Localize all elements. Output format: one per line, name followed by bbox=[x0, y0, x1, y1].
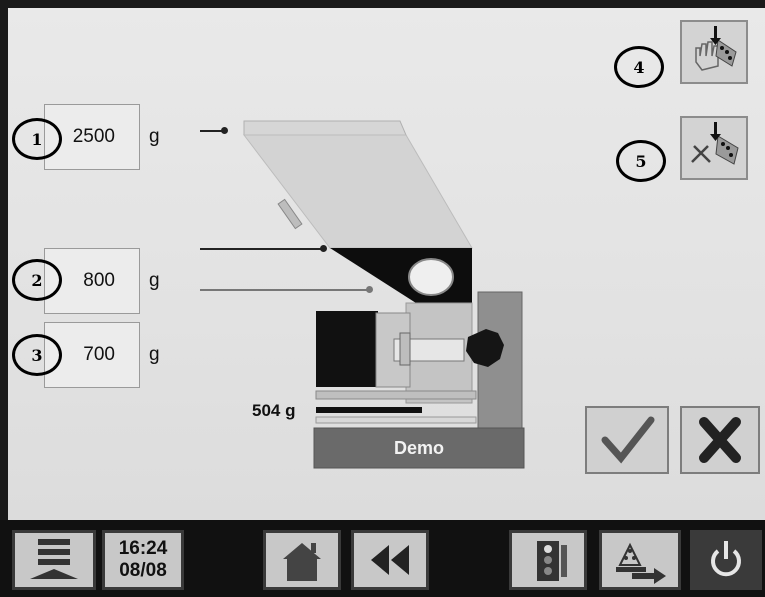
minimum-weight-unit: g bbox=[149, 344, 160, 365]
datetime-display: 16:24 08/08 bbox=[102, 530, 184, 590]
tray-lower bbox=[315, 416, 477, 424]
transfer-button[interactable] bbox=[599, 530, 681, 590]
chamber-viewport bbox=[408, 258, 454, 296]
leader-dot-1 bbox=[221, 127, 228, 134]
shaft-collar bbox=[399, 332, 411, 366]
hopper-lid bbox=[243, 120, 407, 136]
weight-bar bbox=[316, 407, 422, 413]
callout-1: 1 bbox=[12, 118, 62, 160]
callout-3: 3 bbox=[12, 334, 62, 376]
chamber-weight-value: 800 bbox=[83, 270, 115, 291]
power-icon bbox=[711, 541, 741, 577]
home-icon bbox=[283, 543, 321, 581]
callout-5: 5 bbox=[616, 140, 666, 182]
demo-label: Demo bbox=[393, 437, 444, 458]
info-button[interactable] bbox=[509, 530, 587, 590]
chamber-weight-unit: g bbox=[149, 270, 160, 291]
checkmark-icon bbox=[601, 416, 655, 464]
home-button[interactable] bbox=[263, 530, 341, 590]
minimum-weight-value: 700 bbox=[83, 344, 115, 365]
time-text: 16:24 bbox=[118, 538, 168, 559]
callout-2: 2 bbox=[12, 259, 62, 301]
hopper-body bbox=[242, 134, 473, 249]
menu-button[interactable] bbox=[12, 530, 96, 590]
x-icon bbox=[699, 417, 741, 463]
grinder-housing bbox=[316, 311, 378, 387]
tray-upper bbox=[315, 390, 477, 400]
hand-fill-icon bbox=[695, 26, 737, 71]
manual-fill-button[interactable] bbox=[680, 20, 748, 84]
callout-4: 4 bbox=[614, 46, 664, 88]
power-button[interactable] bbox=[690, 530, 762, 590]
tools-fill-icon bbox=[691, 122, 739, 165]
menu-icon bbox=[30, 539, 78, 579]
date-text: 08/08 bbox=[119, 560, 167, 581]
weight-reading: 504 g bbox=[252, 401, 296, 420]
confirm-button[interactable] bbox=[585, 406, 669, 474]
hopper-weight-value: 2500 bbox=[72, 126, 115, 147]
machine-illustration bbox=[242, 120, 525, 469]
auto-fill-button[interactable] bbox=[680, 116, 748, 180]
hopper-weight-unit: g bbox=[149, 126, 160, 147]
back-button[interactable] bbox=[351, 530, 429, 590]
rewind-icon bbox=[371, 545, 409, 575]
cancel-button[interactable] bbox=[680, 406, 760, 474]
transfer-icon bbox=[616, 542, 666, 584]
info-traffic-icon bbox=[537, 541, 567, 581]
